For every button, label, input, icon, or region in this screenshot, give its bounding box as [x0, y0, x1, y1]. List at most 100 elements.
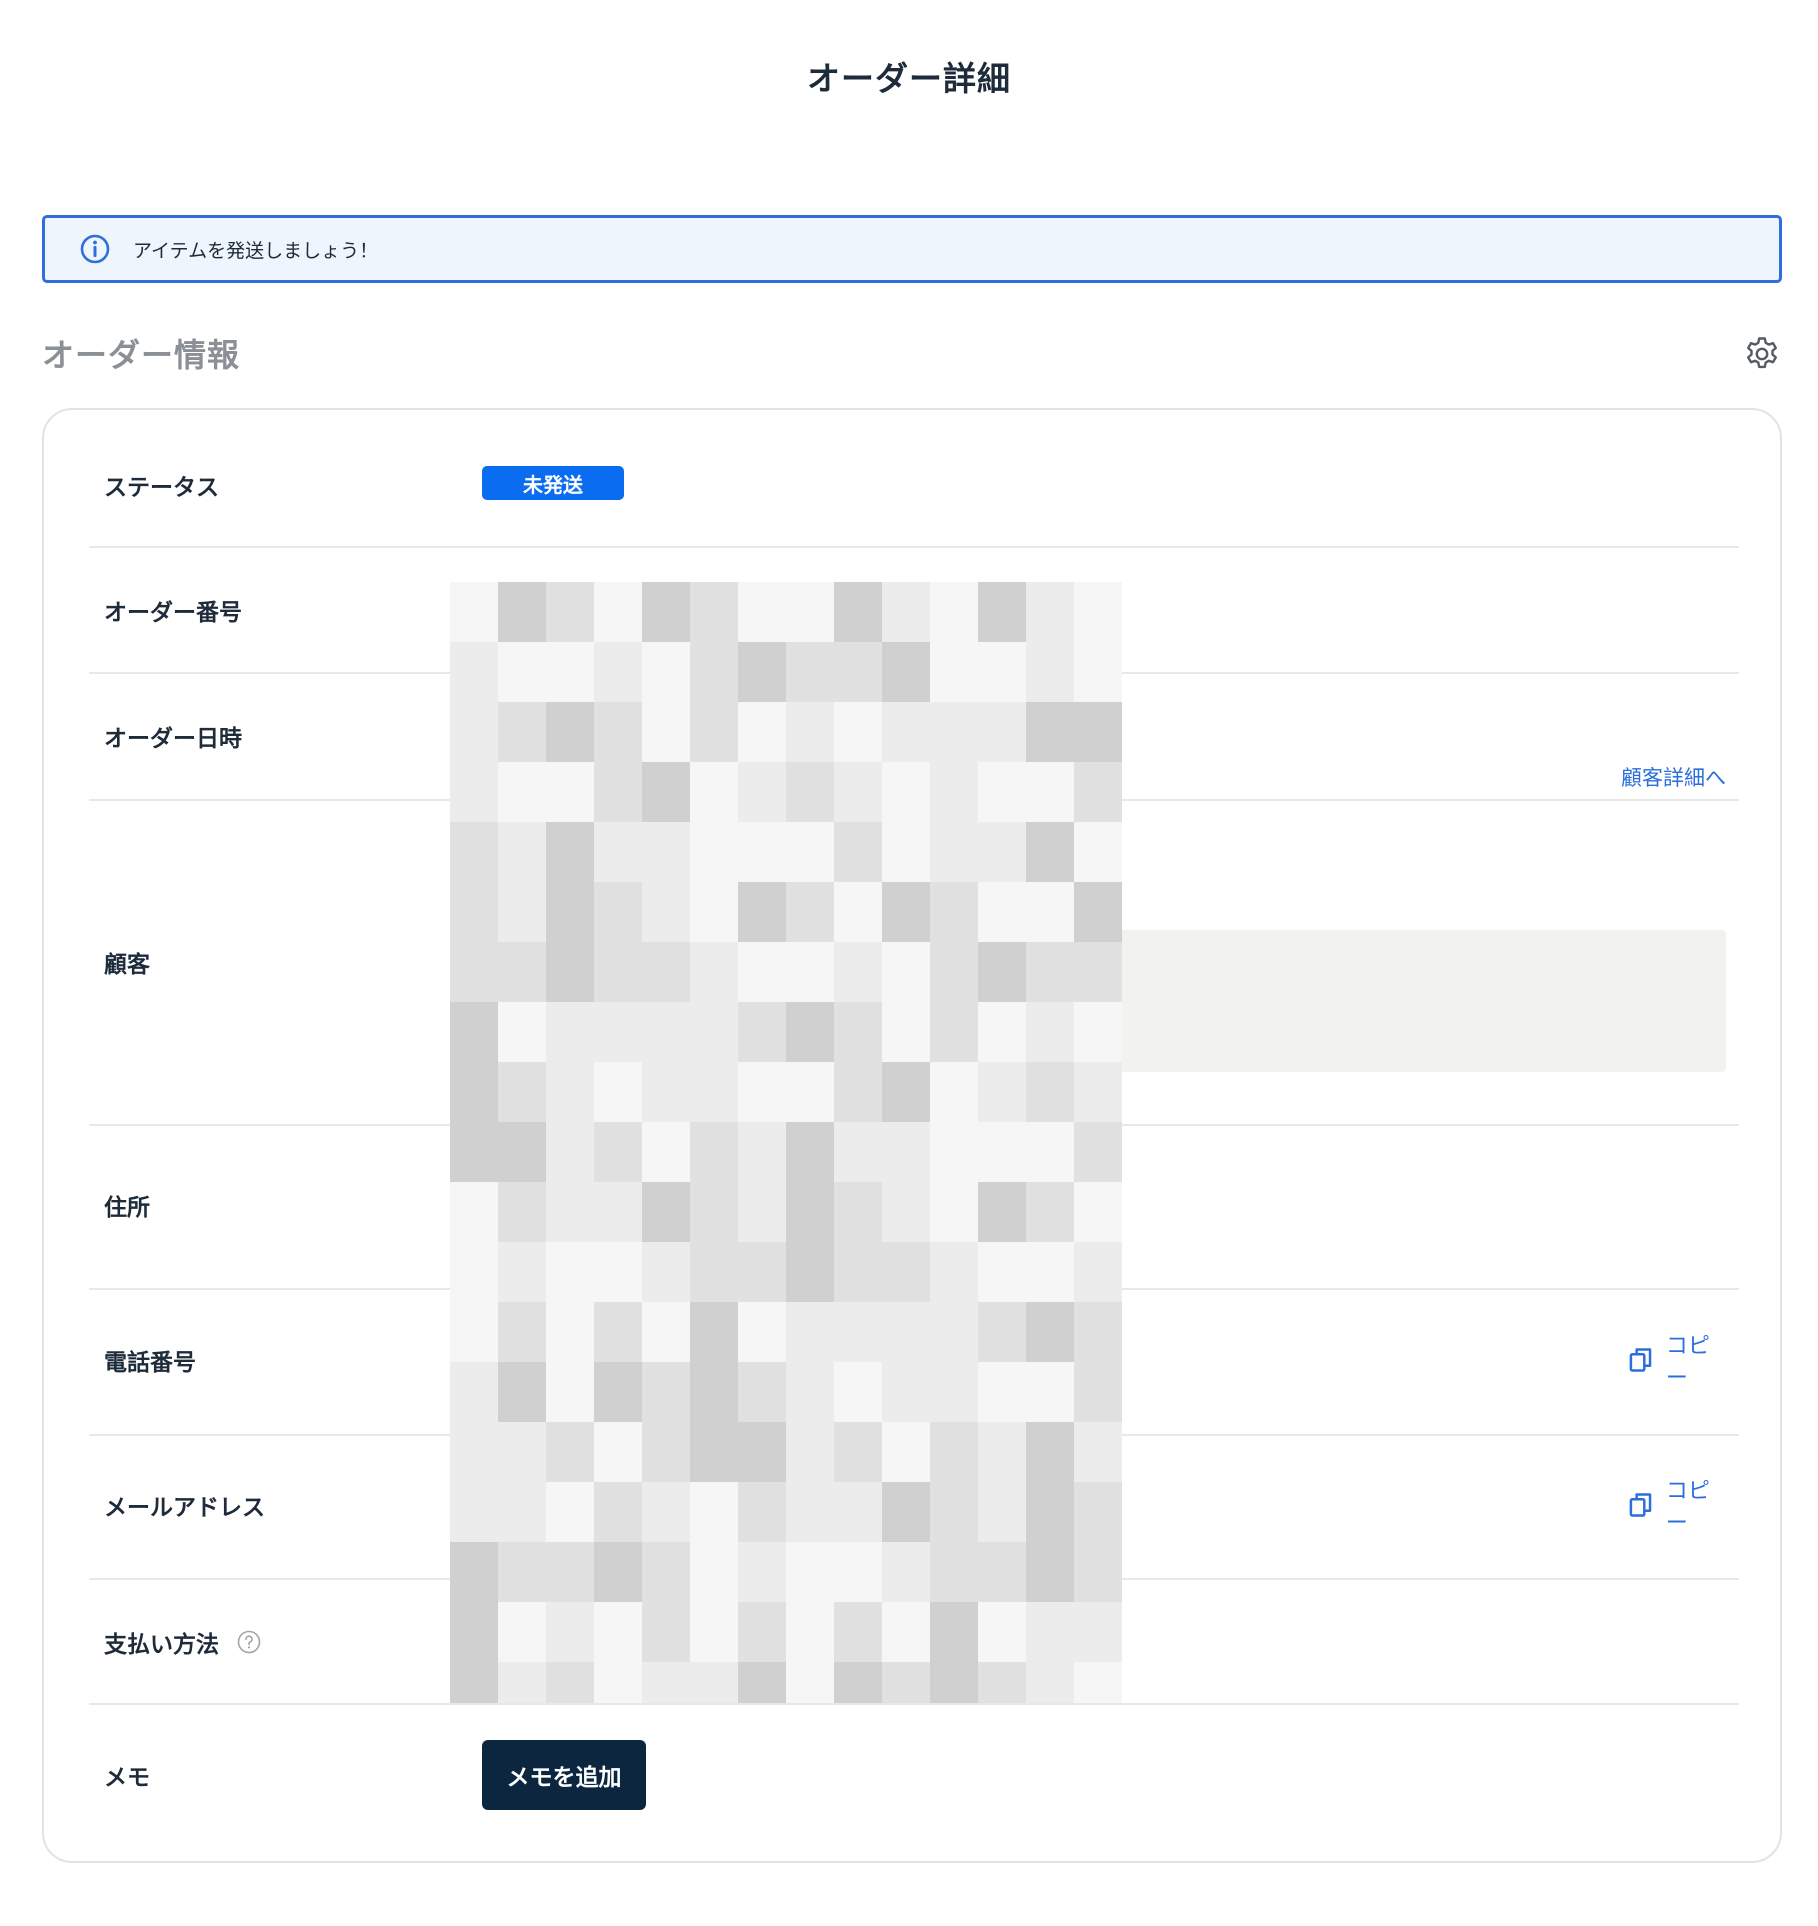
mosaic-cell	[978, 1002, 1026, 1062]
mosaic-cell	[690, 1122, 738, 1182]
mosaic-cell	[546, 882, 594, 942]
mosaic-cell	[498, 1662, 546, 1703]
mosaic-cell	[1026, 1302, 1074, 1362]
mosaic-cell	[642, 1182, 690, 1242]
mosaic-cell	[978, 942, 1026, 1002]
mosaic-cell	[642, 1002, 690, 1062]
mosaic-cell	[594, 1422, 642, 1482]
mosaic-cell	[1074, 1122, 1122, 1182]
mosaic-cell	[594, 1302, 642, 1362]
mosaic-cell	[930, 1662, 978, 1703]
mosaic-cell	[546, 642, 594, 702]
mosaic-cell	[834, 942, 882, 1002]
mosaic-cell	[930, 762, 978, 822]
mosaic-cell	[834, 702, 882, 762]
mosaic-cell	[642, 642, 690, 702]
mosaic-cell	[450, 1302, 498, 1362]
mosaic-cell	[882, 942, 930, 1002]
mosaic-cell	[642, 942, 690, 1002]
mosaic-cell	[978, 1122, 1026, 1182]
redacted-values-mosaic	[450, 582, 1122, 1703]
mosaic-cell	[882, 1602, 930, 1662]
info-banner: アイテムを発送しましょう！	[42, 215, 1782, 283]
mosaic-cell	[786, 1002, 834, 1062]
mosaic-cell	[498, 1062, 546, 1122]
mosaic-cell	[882, 762, 930, 822]
copy-phone-button[interactable]: コピー	[1629, 1334, 1729, 1391]
mosaic-cell	[690, 1002, 738, 1062]
mosaic-cell	[642, 1122, 690, 1182]
mosaic-cell	[738, 822, 786, 882]
customer-detail-link[interactable]: 顧客詳細へ	[1604, 762, 1726, 792]
mosaic-cell	[498, 1362, 546, 1422]
mosaic-cell	[882, 582, 930, 642]
mosaic-cell	[1026, 1422, 1074, 1482]
mosaic-cell	[882, 1182, 930, 1242]
mosaic-cell	[594, 582, 642, 642]
mosaic-cell	[1026, 942, 1074, 1002]
mosaic-cell	[450, 1482, 498, 1542]
mosaic-cell	[1026, 1122, 1074, 1182]
mosaic-cell	[690, 1182, 738, 1242]
mosaic-cell	[930, 582, 978, 642]
mosaic-cell	[546, 822, 594, 882]
mosaic-cell	[1026, 1062, 1074, 1122]
gear-icon[interactable]	[1742, 334, 1782, 374]
mosaic-cell	[450, 702, 498, 762]
mosaic-cell	[1074, 582, 1122, 642]
mosaic-cell	[498, 642, 546, 702]
mosaic-cell	[930, 882, 978, 942]
mosaic-cell	[834, 1122, 882, 1182]
mosaic-cell	[882, 1542, 930, 1602]
mosaic-cell	[546, 1302, 594, 1362]
mosaic-cell	[450, 762, 498, 822]
mosaic-cell	[546, 1122, 594, 1182]
mosaic-cell	[594, 1662, 642, 1703]
mosaic-cell	[834, 1002, 882, 1062]
mosaic-cell	[738, 1422, 786, 1482]
mosaic-cell	[930, 1542, 978, 1602]
mosaic-cell	[786, 762, 834, 822]
mosaic-cell	[1074, 1482, 1122, 1542]
mosaic-cell	[786, 1542, 834, 1602]
mosaic-cell	[594, 1002, 642, 1062]
mosaic-cell	[1074, 1422, 1122, 1482]
mosaic-cell	[978, 1182, 1026, 1242]
mosaic-cell	[594, 942, 642, 1002]
mosaic-cell	[786, 702, 834, 762]
mosaic-cell	[738, 762, 786, 822]
mosaic-cell	[834, 1422, 882, 1482]
mosaic-cell	[594, 1362, 642, 1422]
mosaic-cell	[450, 942, 498, 1002]
mosaic-cell	[882, 702, 930, 762]
mosaic-cell	[498, 762, 546, 822]
question-circle-icon[interactable]	[237, 1630, 261, 1654]
copy-email-button[interactable]: コピー	[1629, 1479, 1729, 1536]
mosaic-cell	[594, 642, 642, 702]
mosaic-cell	[738, 1542, 786, 1602]
mosaic-cell	[1026, 882, 1074, 942]
mosaic-cell	[642, 1662, 690, 1703]
mosaic-cell	[498, 1182, 546, 1242]
mosaic-cell	[882, 1422, 930, 1482]
mosaic-cell	[834, 882, 882, 942]
mosaic-cell	[882, 1062, 930, 1122]
order-number-label: オーダー番号	[104, 600, 242, 626]
mosaic-cell	[1026, 1362, 1074, 1422]
memo-label: メモ	[104, 1765, 150, 1791]
mosaic-cell	[834, 1182, 882, 1242]
mosaic-cell	[930, 1482, 978, 1542]
mosaic-cell	[978, 642, 1026, 702]
mosaic-cell	[738, 882, 786, 942]
mosaic-cell	[546, 1422, 594, 1482]
mosaic-cell	[786, 1422, 834, 1482]
mosaic-cell	[642, 1602, 690, 1662]
mosaic-cell	[1074, 942, 1122, 1002]
mosaic-cell	[786, 1062, 834, 1122]
mosaic-cell	[690, 1482, 738, 1542]
mosaic-cell	[834, 1542, 882, 1602]
mosaic-cell	[738, 642, 786, 702]
divider	[89, 1703, 1739, 1705]
mosaic-cell	[546, 762, 594, 822]
add-memo-button[interactable]: メモを追加	[482, 1740, 646, 1810]
